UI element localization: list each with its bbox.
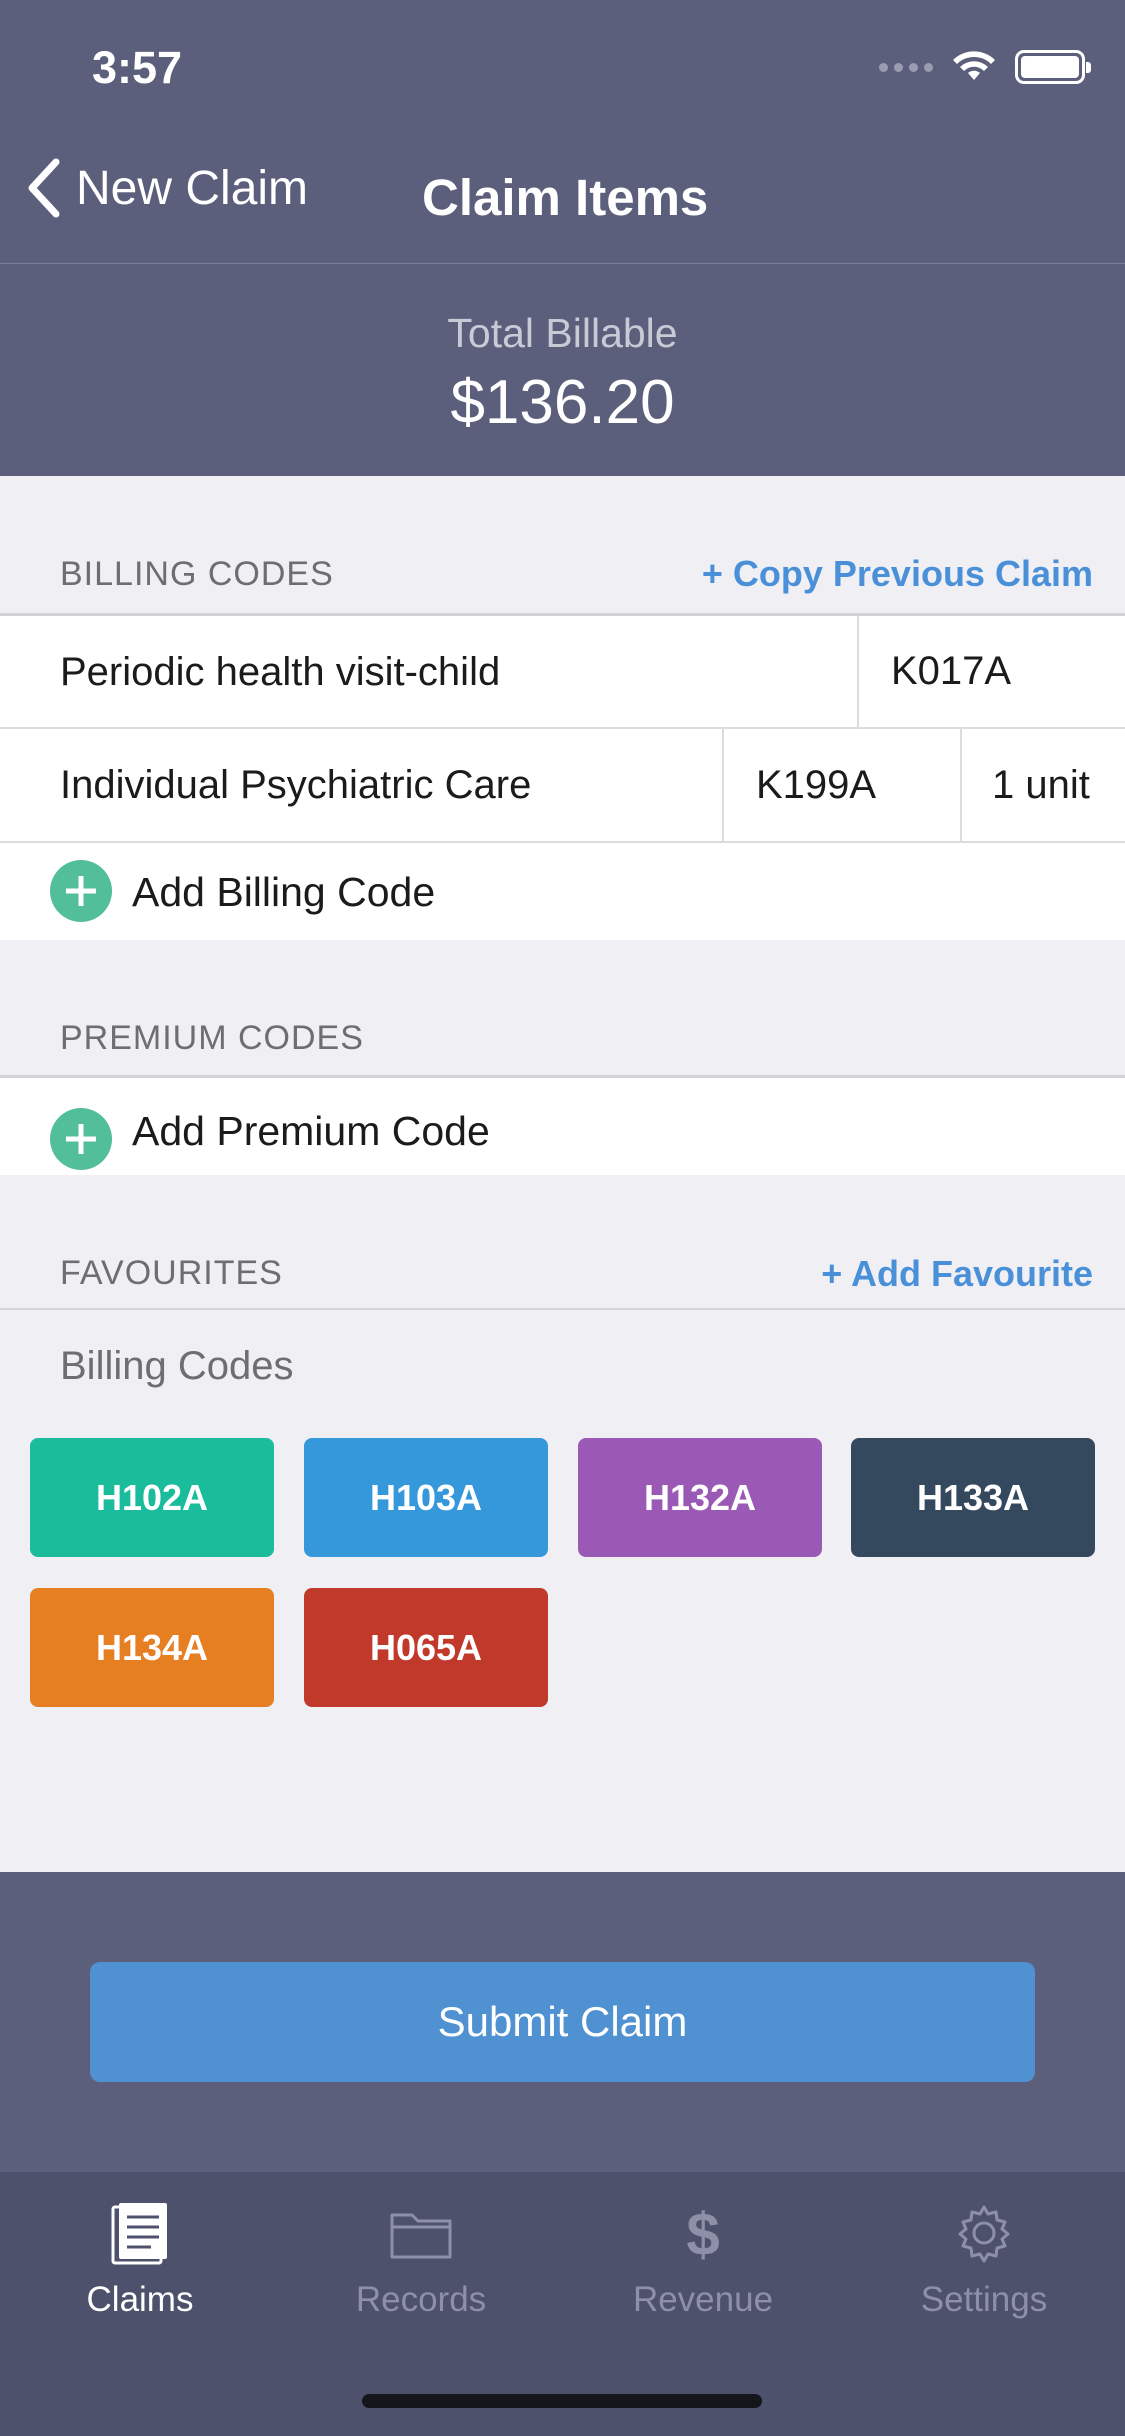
tab-label: Settings	[920, 2280, 1048, 2319]
wifi-icon	[953, 51, 995, 80]
home-indicator	[362, 2394, 762, 2408]
favourites-header: FAVOURITES	[60, 1254, 283, 1292]
tab-label: Records	[355, 2280, 487, 2319]
gear-icon	[949, 2198, 1019, 2268]
add-circle-icon	[50, 1108, 112, 1170]
billing-code-value: K199A	[722, 729, 960, 841]
submit-claim-button[interactable]: Submit Claim	[90, 1962, 1035, 2082]
tab-label: Claims	[86, 2280, 194, 2319]
add-billing-code-button[interactable]: Add Billing Code	[0, 843, 1125, 940]
back-label: New Claim	[76, 161, 309, 215]
total-value: $136.20	[450, 368, 675, 437]
favourite-chip[interactable]: H132A	[578, 1438, 822, 1557]
favourites-subtitle: Billing Codes	[60, 1344, 294, 1388]
total-billable: Total Billable $136.20	[0, 310, 1125, 438]
svg-text:$: $	[686, 2201, 719, 2265]
billing-code-row[interactable]: Individual Psychiatric Care K199A 1 unit	[0, 729, 1125, 843]
add-premium-code-button[interactable]: Add Premium Code	[0, 1078, 1125, 1175]
billing-code-row[interactable]: Periodic health visit-child K017A	[0, 616, 1125, 729]
submit-area: Submit Claim	[0, 1872, 1125, 2172]
billing-codes-header: BILLING CODES	[60, 555, 334, 593]
folder-icon	[386, 2198, 456, 2268]
add-premium-code-label: Add Premium Code	[132, 1108, 490, 1154]
tab-settings[interactable]: Settings	[844, 2198, 1124, 2320]
status-icons	[879, 50, 1091, 84]
tab-revenue[interactable]: $ Revenue	[563, 2198, 843, 2320]
favourite-chip[interactable]: H103A	[304, 1438, 548, 1557]
back-button[interactable]: New Claim	[26, 158, 308, 218]
favourite-chip[interactable]: H065A	[304, 1588, 548, 1707]
header: 3:57 New Claim Claim Items Total Billabl…	[0, 0, 1125, 476]
total-label: Total Billable	[447, 310, 678, 356]
billing-code-units: 1 unit	[960, 729, 1125, 841]
status-time: 3:57	[92, 42, 183, 93]
dollar-icon: $	[668, 2198, 738, 2268]
chevron-left-icon	[28, 158, 60, 218]
billing-code-description: Periodic health visit-child	[60, 650, 501, 694]
favourite-chip[interactable]: H133A	[851, 1438, 1095, 1557]
copy-previous-claim-link[interactable]: + Copy Previous Claim	[702, 553, 1093, 595]
billing-code-description: Individual Psychiatric Care	[60, 763, 532, 807]
battery-icon	[1015, 50, 1091, 84]
navigation-bar: New Claim Claim Items	[0, 130, 1125, 264]
tab-records[interactable]: Records	[281, 2198, 561, 2320]
billing-code-value: K017A	[857, 616, 1125, 727]
divider	[0, 1308, 1125, 1310]
add-favourite-link[interactable]: + Add Favourite	[821, 1253, 1093, 1295]
signal-icon	[879, 62, 933, 72]
add-billing-code-label: Add Billing Code	[132, 869, 436, 915]
tab-label: Revenue	[632, 2280, 774, 2319]
favourite-chip[interactable]: H102A	[30, 1438, 274, 1557]
premium-codes-header: PREMIUM CODES	[60, 1019, 364, 1057]
add-circle-icon	[50, 860, 112, 922]
favourite-chip[interactable]: H134A	[30, 1588, 274, 1707]
tab-claims[interactable]: Claims	[0, 2198, 280, 2320]
page-title: Claim Items	[422, 169, 709, 226]
document-icon	[105, 2198, 175, 2268]
